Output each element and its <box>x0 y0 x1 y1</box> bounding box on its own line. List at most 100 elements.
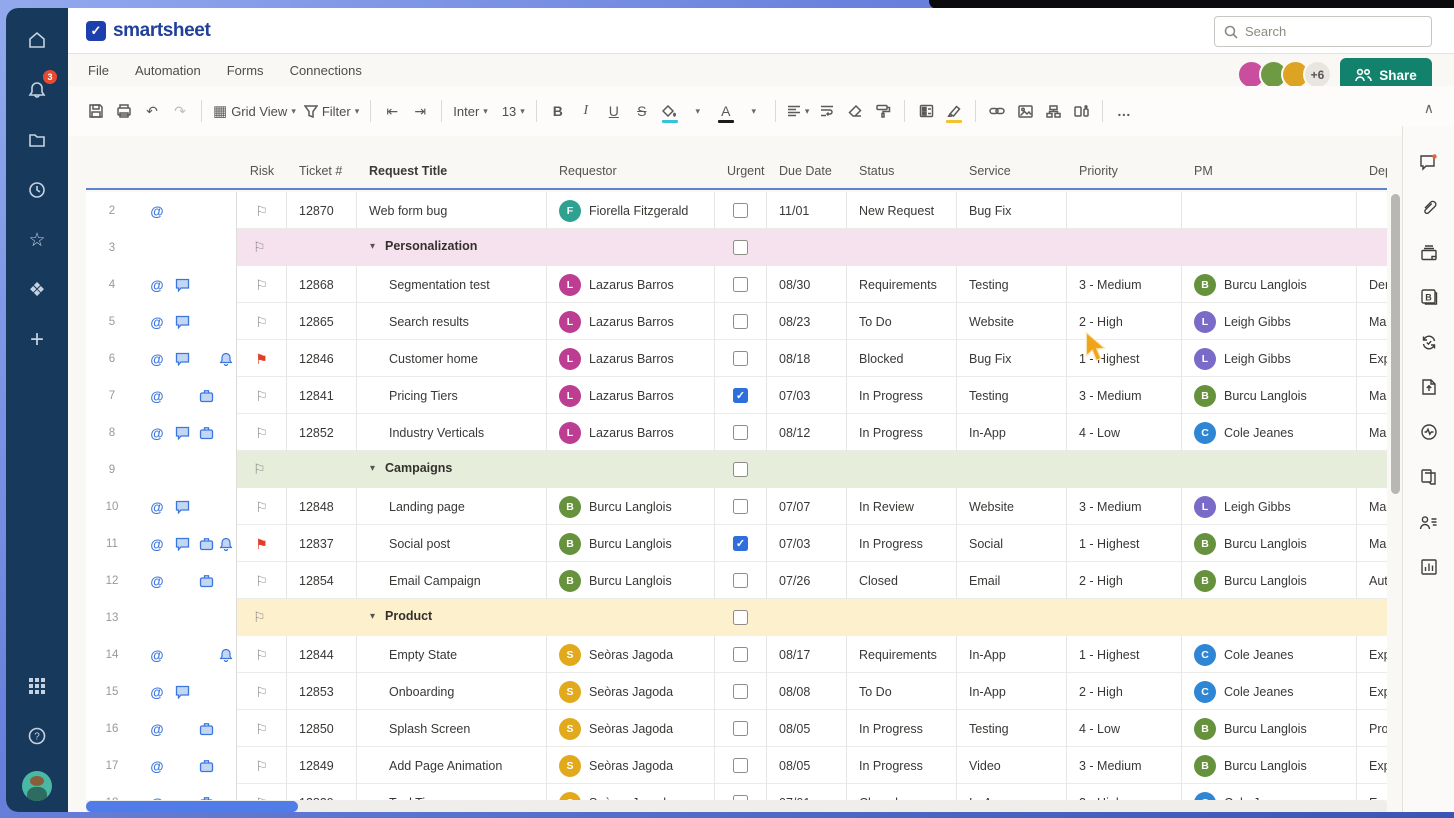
vertical-scrollbar[interactable] <box>1391 194 1400 494</box>
title-cell[interactable]: Search results <box>357 303 547 340</box>
urgent-cell[interactable] <box>715 340 767 377</box>
due-date-cell[interactable]: 07/03 <box>767 525 847 562</box>
priority-cell[interactable]: 3 - Medium <box>1067 377 1182 414</box>
requestor-cell[interactable]: LLazarus Barros <box>547 340 715 377</box>
reminder-bell-icon[interactable] <box>219 537 233 551</box>
avatar-overflow-count[interactable]: +6 <box>1303 60 1332 89</box>
department-cell[interactable]: Marke <box>1357 303 1387 340</box>
priority-cell[interactable]: 3 - Medium <box>1067 488 1182 525</box>
outdent-button[interactable]: ⇤ <box>378 96 406 126</box>
column-header[interactable]: PM <box>1182 164 1357 188</box>
ticket-cell[interactable]: 12848 <box>287 488 357 525</box>
ticket-cell[interactable]: 12854 <box>287 562 357 599</box>
due-date-cell[interactable]: 08/23 <box>767 303 847 340</box>
pm-cell[interactable]: LLeigh Gibbs <box>1182 340 1357 377</box>
pm-cell[interactable]: LLeigh Gibbs <box>1182 303 1357 340</box>
wrap-text-button[interactable] <box>813 96 841 126</box>
due-date-cell[interactable]: 08/30 <box>767 266 847 303</box>
ticket-cell[interactable]: 12870 <box>287 192 357 229</box>
requestor-cell[interactable]: LLazarus Barros <box>547 377 715 414</box>
risk-flag-icon[interactable]: ⚐ <box>255 204 268 218</box>
format-painter-button[interactable] <box>869 96 897 126</box>
risk-flag-icon[interactable]: ⚐ <box>255 759 268 773</box>
risk-flag-icon[interactable]: ⚐ <box>253 610 266 624</box>
department-cell[interactable]: Exper <box>1357 747 1387 784</box>
print-button[interactable] <box>110 96 138 126</box>
brandfolder-icon[interactable]: B <box>1419 287 1439 307</box>
priority-cell[interactable]: 1 - Highest <box>1067 525 1182 562</box>
urgent-cell[interactable]: ✓ <box>715 525 767 562</box>
ticket-cell[interactable]: 12846 <box>287 340 357 377</box>
font-family-select[interactable]: Inter ▾ <box>449 96 492 126</box>
risk-flag-icon[interactable]: ⚐ <box>255 685 268 699</box>
urgent-cell[interactable] <box>715 192 767 229</box>
status-cell[interactable]: In Progress <box>847 377 957 414</box>
fill-color-button[interactable] <box>656 96 684 126</box>
risk-flag-icon[interactable]: ⚐ <box>255 648 268 662</box>
urgent-checkbox[interactable] <box>733 203 748 218</box>
risk-cell[interactable]: ⚐ <box>237 747 287 784</box>
urgent-checkbox[interactable]: ✓ <box>733 536 748 551</box>
title-cell[interactable]: Email Campaign <box>357 562 547 599</box>
status-cell[interactable]: Closed <box>847 562 957 599</box>
urgent-checkbox[interactable] <box>733 462 748 477</box>
urgent-cell[interactable]: ✓ <box>715 377 767 414</box>
smartsheet-logo[interactable]: ✓ smartsheet <box>86 20 210 42</box>
requestor-cell[interactable]: SSeòras Jagoda <box>547 784 715 800</box>
column-header[interactable]: Due Date <box>767 164 847 188</box>
table-row[interactable]: 10 @ ⚐ 12848 Landing page BBurcu Langloi… <box>86 488 1387 525</box>
table-row[interactable]: 14 @ ⚐ 12844 Empty State SSeòras Jagoda … <box>86 636 1387 673</box>
urgent-checkbox[interactable] <box>733 758 748 773</box>
title-cell[interactable]: Tool Tip <box>357 784 547 800</box>
ticket-cell[interactable]: 12841 <box>287 377 357 414</box>
ticket-cell[interactable]: 12853 <box>287 673 357 710</box>
urgent-checkbox[interactable] <box>733 647 748 662</box>
search-input[interactable]: Search <box>1214 16 1432 47</box>
pm-cell[interactable]: CCole Jeanes <box>1182 673 1357 710</box>
service-cell[interactable]: In-App <box>957 784 1067 800</box>
requestor-cell[interactable]: SSeòras Jagoda <box>547 710 715 747</box>
publish-icon[interactable] <box>1419 377 1439 397</box>
table-row[interactable]: 18 @ ⚐ 12839 Tool Tip SSeòras Jagoda 07/… <box>86 784 1387 800</box>
attachment-icon[interactable]: @ <box>150 426 163 441</box>
requestor-cell[interactable]: LLazarus Barros <box>547 303 715 340</box>
attachment-icon[interactable]: @ <box>150 352 163 367</box>
risk-cell[interactable]: ⚑ <box>237 525 287 562</box>
proof-briefcase-icon[interactable] <box>199 759 214 773</box>
bold-button[interactable]: B <box>544 96 572 126</box>
department-cell[interactable]: Exper <box>1357 673 1387 710</box>
requestor-cell[interactable]: SSeòras Jagoda <box>547 747 715 784</box>
comment-icon[interactable] <box>175 315 190 329</box>
favorites-star-icon[interactable]: ☆ <box>19 222 55 258</box>
attachment-icon[interactable]: @ <box>150 759 163 774</box>
urgent-cell[interactable] <box>715 673 767 710</box>
proof-briefcase-icon[interactable] <box>199 426 214 440</box>
status-cell[interactable]: In Review <box>847 488 957 525</box>
priority-cell[interactable]: 3 - Medium <box>1067 747 1182 784</box>
pm-cell[interactable]: BBurcu Langlois <box>1182 266 1357 303</box>
urgent-checkbox[interactable]: ✓ <box>733 388 748 403</box>
status-cell[interactable]: To Do <box>847 673 957 710</box>
department-cell[interactable]: Auton <box>1357 562 1387 599</box>
redo-button[interactable]: ↷ <box>166 96 194 126</box>
table-row[interactable]: 5 @ ⚐ 12865 Search results LLazarus Barr… <box>86 303 1387 340</box>
proof-briefcase-icon[interactable] <box>199 722 214 736</box>
table-row[interactable]: 4 @ ⚐ 12868 Segmentation test LLazarus B… <box>86 266 1387 303</box>
status-cell[interactable]: In Progress <box>847 710 957 747</box>
priority-cell[interactable]: 2 - High <box>1067 673 1182 710</box>
reminder-bell-icon[interactable] <box>219 648 233 662</box>
status-cell[interactable]: Requirements <box>847 636 957 673</box>
menu-connections[interactable]: Connections <box>290 63 362 78</box>
user-avatar[interactable] <box>19 768 55 804</box>
strikethrough-button[interactable]: S <box>628 96 656 126</box>
comment-icon[interactable] <box>175 352 190 366</box>
status-cell[interactable]: In Progress <box>847 747 957 784</box>
recents-clock-icon[interactable] <box>19 172 55 208</box>
service-cell[interactable]: Bug Fix <box>957 340 1067 377</box>
collapse-toolbar-chevron[interactable]: ∧ <box>1424 100 1434 117</box>
comment-icon[interactable] <box>175 278 190 292</box>
filter-button[interactable]: Filter ▾ <box>300 96 363 126</box>
risk-flag-icon[interactable]: ⚑ <box>255 352 268 366</box>
pm-cell[interactable] <box>1182 192 1357 229</box>
attachment-icon[interactable]: @ <box>150 648 163 663</box>
